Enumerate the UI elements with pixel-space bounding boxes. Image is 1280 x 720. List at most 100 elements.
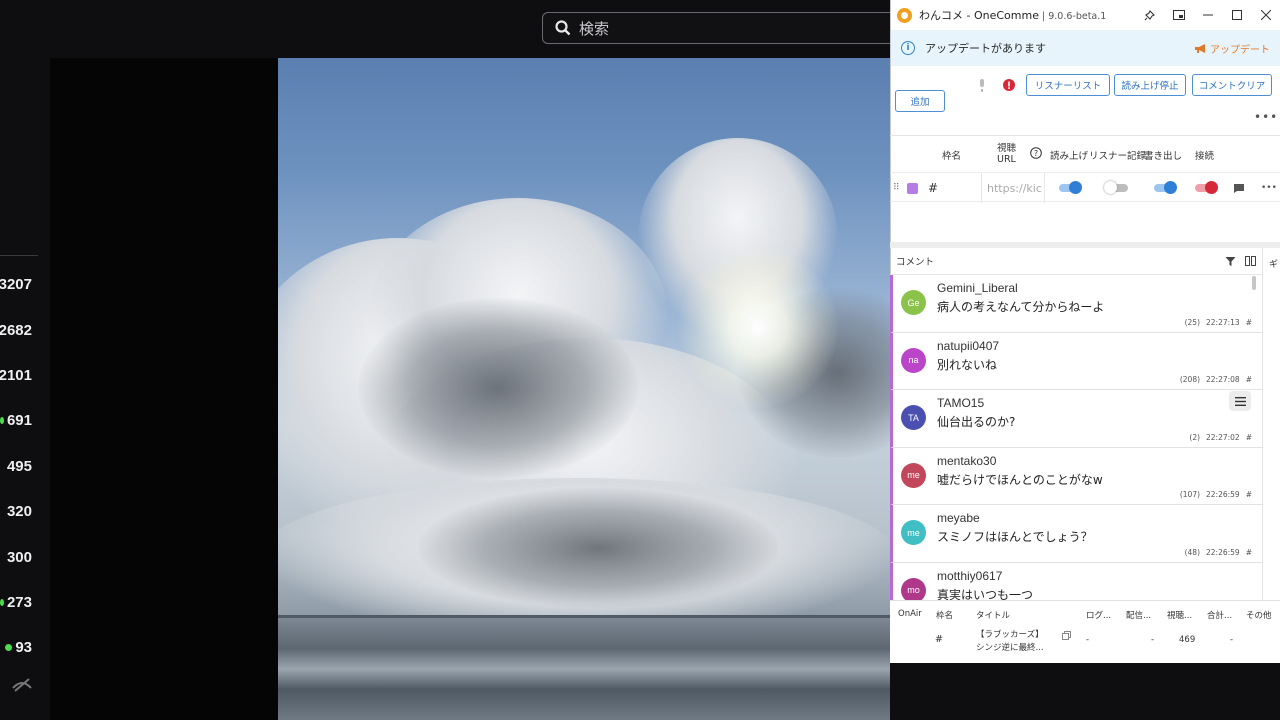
megaphone-icon: [1195, 43, 1205, 53]
col-title: タイトル: [976, 611, 1011, 621]
row-log: -: [1086, 635, 1090, 645]
more-options-icon[interactable]: •••: [1254, 110, 1278, 124]
pin-button[interactable]: [1135, 0, 1164, 30]
update-banner: i アップデートがあります アップデート: [891, 30, 1280, 66]
app-logo-icon: [897, 7, 912, 23]
comment-time: 22:27:02: [1206, 432, 1240, 442]
row-total: -: [1230, 635, 1234, 645]
close-icon: [1260, 10, 1271, 20]
row-more-icon[interactable]: •••: [1261, 173, 1277, 203]
close-button[interactable]: [1251, 0, 1280, 30]
col-other: その他: [1246, 611, 1272, 621]
comment-item[interactable]: TA TAMO15 仙台出るのか? (2) 22:27:02 #: [890, 390, 1262, 448]
col-frame: 枠名: [936, 611, 954, 621]
read-stop-button[interactable]: 読み上げ停止: [1114, 74, 1186, 96]
col-listener-record: リスナー記録: [1089, 151, 1147, 162]
connect-toggle[interactable]: [1195, 173, 1218, 203]
col-log: ログ...: [1086, 611, 1112, 621]
comment-text: 仙台出るのか?: [937, 415, 1016, 429]
app-version: 9.0.6-beta.1: [1048, 11, 1107, 22]
update-message: アップデートがあります: [925, 42, 1046, 55]
comment-time: 22:27:13: [1206, 317, 1240, 327]
comment-item[interactable]: na natupii0407 別れないね (208) 22:27:08 #: [890, 332, 1262, 390]
col-read: 読み上げ: [1050, 151, 1089, 162]
comment-meta: (107) 22:26:59 #: [1180, 490, 1252, 499]
comment-count: (25): [1184, 317, 1201, 327]
error-icon[interactable]: [1003, 79, 1015, 91]
avatar[interactable]: Ge: [901, 290, 926, 315]
avatar[interactable]: na: [901, 347, 926, 373]
live-dot-icon: [0, 598, 4, 606]
comment-icon[interactable]: [1233, 173, 1245, 203]
comment-item[interactable]: Ge Gemini_Liberal 病人の考えなんて分からねーよ (25) 22:27:…: [890, 275, 1262, 333]
search-bar[interactable]: 検索: [542, 12, 902, 44]
pip-button[interactable]: [1164, 0, 1193, 30]
comment-scrollbar[interactable]: [1252, 276, 1256, 290]
picture-in-picture-icon: [1172, 10, 1185, 20]
minimize-icon: [1202, 14, 1213, 16]
live-dot-icon: [5, 644, 13, 652]
filter-icon[interactable]: [1225, 256, 1236, 267]
minimize-button[interactable]: [1193, 0, 1222, 30]
avatar[interactable]: mo: [901, 577, 926, 603]
comment-text: 嘘だらけでほんとのことがなw: [937, 472, 1103, 487]
mic-off-icon[interactable]: [978, 79, 986, 93]
viewer-count: 2101: [0, 366, 32, 384]
frame-name[interactable]: #: [928, 173, 938, 203]
add-button[interactable]: 追加: [895, 90, 945, 112]
listener-record-toggle[interactable]: [1154, 173, 1177, 203]
comment-author[interactable]: natupii0407: [937, 339, 999, 353]
view-toggle[interactable]: [1059, 173, 1082, 203]
listener-list-button[interactable]: リスナーリスト: [1026, 74, 1110, 96]
maximize-button[interactable]: [1222, 0, 1251, 30]
comment-frame: #: [1245, 317, 1252, 327]
drag-handle-icon[interactable]: ⠿: [893, 173, 900, 203]
comment-meta: (2) 22:27:02 #: [1189, 433, 1252, 442]
update-link[interactable]: アップデート: [1194, 41, 1270, 56]
title-bar: わんコメ - OneComme | 9.0.6-beta.1: [891, 0, 1280, 30]
viewer-count: 273: [0, 580, 40, 625]
col-viewers: 視聴...: [1167, 611, 1193, 621]
frame-color-swatch[interactable]: [907, 173, 918, 203]
comment-count: (48): [1184, 547, 1201, 557]
svg-text:?: ?: [1034, 149, 1038, 158]
col-url: URL: [997, 154, 1016, 165]
comment-time: 22:26:59: [1206, 490, 1240, 499]
comment-time: 22:27:08: [1206, 375, 1240, 384]
comment-menu-button[interactable]: [1229, 391, 1251, 411]
comment-item[interactable]: me mentako30 嘘だらけでほんとのことがなw (107) 22:26:59 #: [890, 447, 1262, 505]
comment-frame: #: [1245, 490, 1252, 499]
read-toggle[interactable]: [1104, 173, 1128, 203]
comment-count: (107): [1179, 490, 1201, 499]
help-icon[interactable]: ?: [1030, 147, 1042, 162]
hide-eye-icon[interactable]: [12, 676, 32, 692]
col-view: 視聴: [997, 143, 1017, 154]
comment-item[interactable]: me meyabe スミノフはほんとでしょう？ (48) 22:26:59 #: [890, 505, 1262, 563]
avatar[interactable]: TA: [901, 405, 926, 430]
copy-icon[interactable]: [1062, 631, 1071, 643]
comment-author[interactable]: Gemini_Liberal: [937, 281, 1018, 295]
avatar[interactable]: me: [901, 462, 926, 488]
comment-count: (2): [1189, 432, 1201, 442]
url-input[interactable]: https://kic: [981, 173, 1045, 203]
col-onair: OnAir: [898, 609, 922, 619]
search-icon: [555, 20, 571, 36]
pin-icon: [1144, 9, 1155, 20]
columns-icon[interactable]: [1245, 256, 1256, 266]
viewer-count: 300: [6, 548, 32, 566]
stream-video[interactable]: [278, 58, 890, 720]
connection-header: 枠名 視聴 URL ? 読み上げ リスナー記録 書き出し 接続: [890, 135, 1280, 175]
comment-author[interactable]: motthiy0617: [937, 569, 1002, 583]
comment-frame: #: [1245, 547, 1252, 557]
info-icon: i: [901, 41, 915, 55]
viewer-count: 2682: [0, 321, 32, 339]
comment-time: 22:26:59: [1206, 547, 1240, 557]
viewer-count: 93: [0, 625, 40, 670]
avatar[interactable]: me: [901, 520, 926, 545]
comment-author[interactable]: TAMO15: [937, 396, 984, 410]
comment-author[interactable]: meyabe: [937, 511, 980, 525]
comment-clear-button[interactable]: コメントクリア: [1192, 74, 1272, 96]
side-panel-tab[interactable]: ギ: [1262, 248, 1280, 600]
comment-author[interactable]: mentako30: [937, 454, 996, 468]
window-title: わんコメ - OneComme: [919, 9, 1039, 22]
